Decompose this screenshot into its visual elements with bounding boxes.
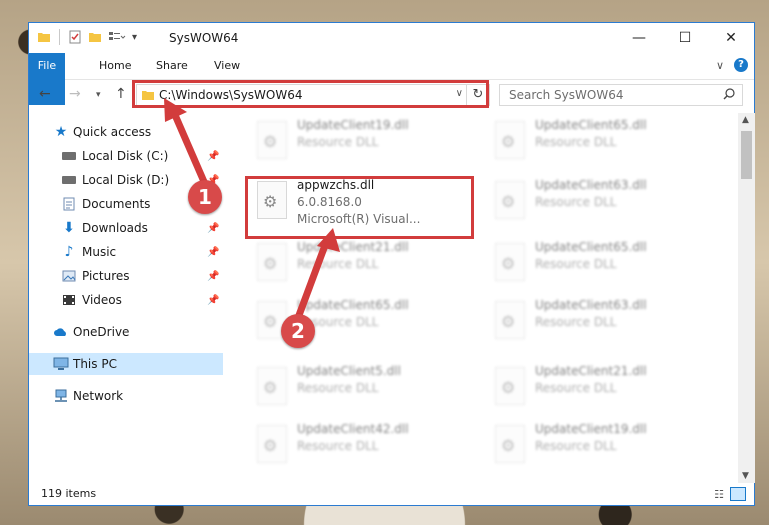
arrow-1-line	[168, 106, 209, 186]
step-badge-2: 2	[281, 314, 315, 348]
arrow-2-line	[294, 238, 331, 320]
annotation-arrows	[164, 98, 340, 320]
step-badge-1: 1	[188, 180, 222, 214]
